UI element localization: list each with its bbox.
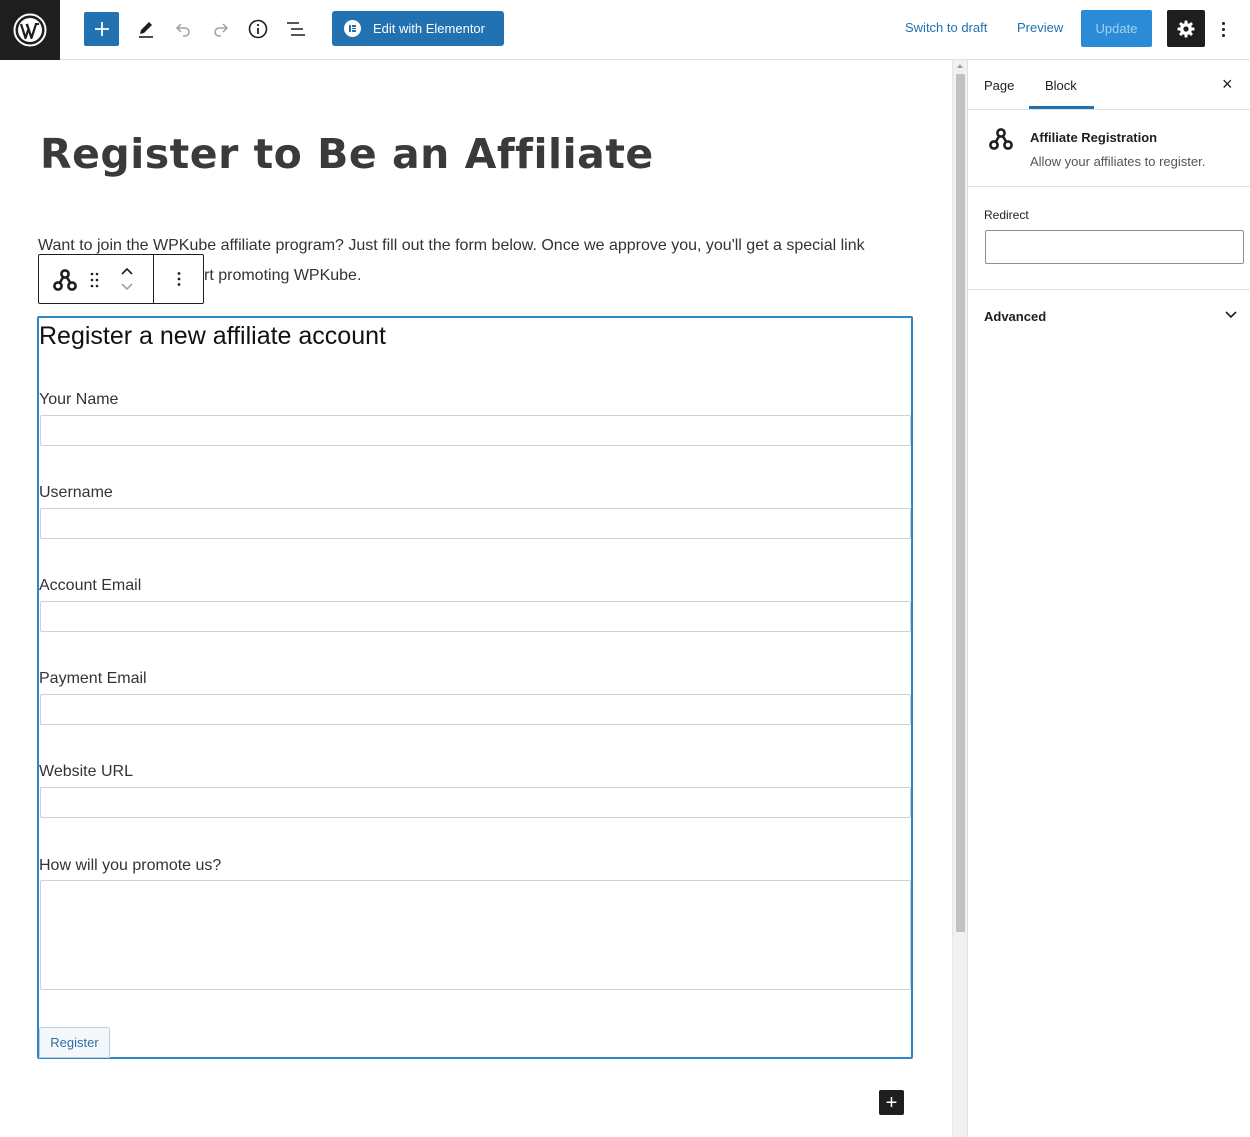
block-options-button[interactable] (154, 255, 203, 303)
block-inserter-button[interactable] (84, 12, 119, 46)
username-input[interactable] (40, 508, 911, 539)
scrollbar-thumb[interactable] (956, 74, 965, 932)
website-url-input[interactable] (40, 787, 911, 818)
block-card-description: Allow your affiliates to register. (1030, 154, 1206, 169)
tools-button[interactable] (128, 12, 164, 46)
affiliate-registration-block[interactable]: Register a new affiliate account Your Na… (37, 316, 913, 1059)
page-title[interactable]: Register to Be an Affiliate (40, 130, 654, 178)
add-block-button[interactable]: + (879, 1090, 904, 1115)
your-name-input[interactable] (40, 415, 911, 446)
affiliate-block-icon[interactable] (52, 268, 78, 292)
edit-with-elementor-button[interactable]: Edit with Elementor (332, 11, 504, 46)
payment-email-label: Payment Email (39, 670, 147, 687)
drag-handle-icon[interactable] (90, 272, 100, 288)
gear-icon (1177, 20, 1195, 37)
chevron-down-icon (1225, 311, 1237, 319)
register-button[interactable]: Register (39, 1027, 110, 1058)
active-tab-indicator (1029, 106, 1094, 109)
elementor-icon (344, 20, 361, 37)
update-button[interactable]: Update (1081, 10, 1152, 47)
list-view-button[interactable] (278, 12, 314, 46)
plus-icon (94, 22, 109, 36)
undo-button[interactable] (165, 12, 201, 46)
form-heading: Register a new affiliate account (39, 322, 386, 350)
details-button[interactable] (240, 12, 276, 46)
chevron-up-icon[interactable] (120, 266, 134, 276)
chevron-down-icon[interactable] (120, 282, 134, 292)
tab-block[interactable]: Block (1045, 78, 1077, 93)
redirect-input[interactable] (985, 230, 1244, 264)
options-button[interactable] (1213, 14, 1233, 44)
redirect-label: Redirect (984, 208, 1029, 222)
scroll-up-arrow[interactable] (957, 64, 963, 68)
promote-us-label: How will you promote us? (39, 857, 222, 874)
wordpress-logo-icon (13, 13, 47, 47)
pencil-icon (139, 22, 153, 38)
block-toolbar (38, 254, 204, 304)
close-icon[interactable]: × (1222, 74, 1233, 95)
info-icon (248, 19, 268, 39)
editor-canvas: Register to Be an Affiliate Want to join… (0, 60, 952, 1137)
advanced-label: Advanced (984, 309, 1047, 324)
payment-email-input[interactable] (40, 694, 911, 725)
promote-us-textarea[interactable] (40, 880, 911, 990)
website-url-label: Website URL (39, 763, 133, 780)
redirect-panel: Redirect (968, 187, 1250, 290)
tab-page[interactable]: Page (984, 78, 1014, 93)
wordpress-logo-button[interactable] (0, 0, 60, 60)
your-name-label: Your Name (39, 391, 119, 408)
redo-icon (214, 23, 229, 37)
elementor-button-label: Edit with Elementor (373, 21, 485, 36)
canvas-scrollbar[interactable] (952, 60, 967, 1137)
redo-button[interactable] (203, 12, 239, 46)
account-email-input[interactable] (40, 601, 911, 632)
list-view-icon (287, 22, 305, 36)
sidebar-tabs: Page Block × (968, 60, 1250, 110)
block-card: Affiliate Registration Allow your affili… (968, 110, 1250, 187)
more-vertical-icon (177, 272, 180, 286)
username-label: Username (39, 484, 113, 501)
editor-top-bar: Edit with Elementor Switch to draft Prev… (0, 0, 1250, 60)
settings-sidebar: Page Block × Affiliate Registration Allo… (967, 60, 1250, 1137)
affiliate-block-icon (989, 128, 1013, 150)
more-vertical-icon (1221, 21, 1225, 25)
settings-button[interactable] (1167, 10, 1205, 47)
undo-icon (175, 23, 190, 37)
block-card-title: Affiliate Registration (1030, 130, 1158, 145)
advanced-panel-toggle[interactable]: Advanced (968, 290, 1250, 342)
account-email-label: Account Email (39, 577, 142, 594)
preview-button[interactable]: Preview (1017, 20, 1063, 35)
switch-to-draft-button[interactable]: Switch to draft (905, 20, 987, 35)
